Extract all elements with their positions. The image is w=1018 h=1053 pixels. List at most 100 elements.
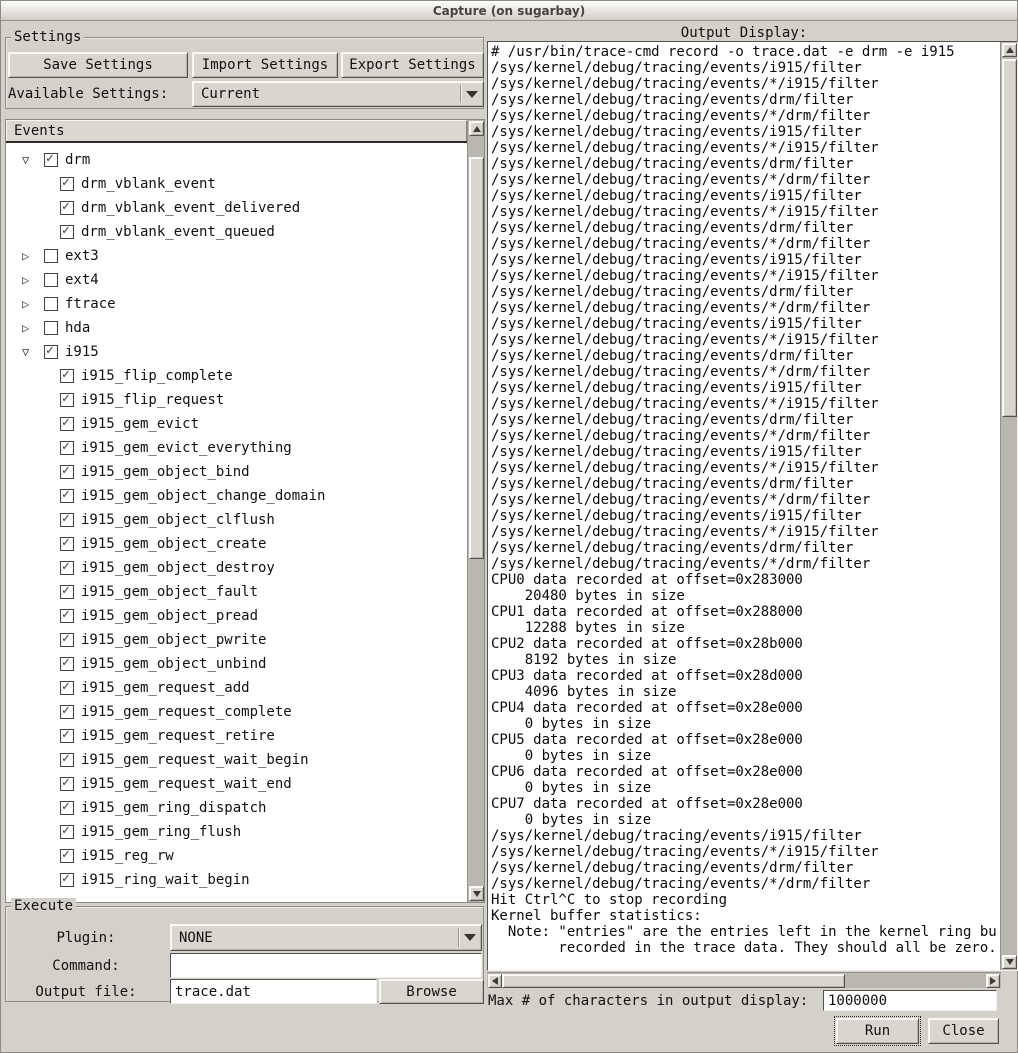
expand-triangle-icon[interactable] (22, 322, 44, 334)
tree-row[interactable]: drm (6, 148, 467, 172)
events-scroll-up-button[interactable] (469, 121, 484, 136)
events-scrollbar[interactable] (467, 120, 484, 902)
event-checkbox[interactable] (60, 825, 74, 839)
window-title: Capture (on sugarbay) (433, 4, 585, 18)
collapse-triangle-icon[interactable] (22, 154, 44, 166)
save-settings-button[interactable]: Save Settings (8, 52, 188, 78)
event-checkbox[interactable] (44, 345, 58, 359)
event-checkbox[interactable] (60, 633, 74, 647)
tree-row[interactable]: hda (6, 316, 467, 340)
event-checkbox[interactable] (60, 441, 74, 455)
event-checkbox[interactable] (60, 681, 74, 695)
tree-row[interactable]: i915_gem_object_pread (6, 604, 467, 628)
event-checkbox[interactable] (60, 753, 74, 767)
tree-row[interactable]: i915_reg_rw (6, 844, 467, 868)
tree-row[interactable]: drm_vblank_event_queued (6, 220, 467, 244)
event-checkbox[interactable] (60, 177, 74, 191)
collapse-triangle-icon[interactable] (22, 346, 44, 358)
output-scroll-down-button[interactable] (1002, 955, 1017, 969)
event-checkbox[interactable] (60, 729, 74, 743)
tree-row[interactable]: drm_vblank_event (6, 172, 467, 196)
event-label: drm_vblank_event_delivered (81, 200, 300, 216)
event-checkbox[interactable] (60, 201, 74, 215)
events-scroll-thumb[interactable] (469, 157, 484, 559)
tree-row[interactable]: i915_gem_object_change_domain (6, 484, 467, 508)
max-chars-input[interactable] (823, 990, 997, 1011)
tree-row[interactable]: i915 (6, 340, 467, 364)
tree-row[interactable]: drm_vblank_event_delivered (6, 196, 467, 220)
tree-row[interactable]: i915_gem_object_clflush (6, 508, 467, 532)
output-file-input[interactable] (170, 979, 377, 1004)
output-scroll-left-button[interactable] (488, 974, 502, 988)
tree-row[interactable]: i915_gem_object_unbind (6, 652, 467, 676)
command-input[interactable] (170, 953, 482, 978)
export-settings-button[interactable]: Export Settings (341, 52, 484, 78)
event-checkbox[interactable] (44, 321, 58, 335)
event-checkbox[interactable] (60, 873, 74, 887)
expand-triangle-icon[interactable] (22, 274, 44, 286)
event-checkbox[interactable] (60, 561, 74, 575)
event-checkbox[interactable] (44, 273, 58, 287)
tree-row[interactable]: i915_gem_request_add (6, 676, 467, 700)
tree-row[interactable]: i915_gem_object_create (6, 532, 467, 556)
tree-row[interactable]: i915_gem_object_destroy (6, 556, 467, 580)
run-button[interactable]: Run (836, 1018, 919, 1044)
tree-row[interactable]: i915_ring_wait_begin (6, 868, 467, 892)
output-scroll-up-button[interactable] (1002, 43, 1017, 57)
event-checkbox[interactable] (60, 225, 74, 239)
output-hscroll-thumb[interactable] (502, 974, 845, 988)
event-checkbox[interactable] (60, 369, 74, 383)
event-checkbox[interactable] (60, 513, 74, 527)
event-checkbox[interactable] (60, 537, 74, 551)
tree-row[interactable]: i915_flip_request (6, 388, 467, 412)
tree-row[interactable]: ext4 (6, 268, 467, 292)
event-checkbox[interactable] (60, 609, 74, 623)
event-checkbox[interactable] (60, 465, 74, 479)
events-header[interactable]: Events (6, 120, 467, 143)
tree-row[interactable]: i915_gem_request_retire (6, 724, 467, 748)
event-checkbox[interactable] (60, 393, 74, 407)
event-label: drm (65, 152, 90, 168)
tree-row[interactable]: i915_gem_request_complete (6, 700, 467, 724)
event-checkbox[interactable] (44, 297, 58, 311)
output-display[interactable]: # /usr/bin/trace-cmd record -o trace.dat… (487, 41, 1018, 971)
tree-row[interactable]: i915_gem_evict_everything (6, 436, 467, 460)
output-vscroll-thumb[interactable] (1002, 59, 1017, 417)
tree-row[interactable]: i915_gem_object_bind (6, 460, 467, 484)
tree-row[interactable]: i915_gem_evict (6, 412, 467, 436)
browse-button[interactable]: Browse (379, 979, 484, 1004)
event-checkbox[interactable] (60, 849, 74, 863)
tree-row[interactable]: ftrace (6, 292, 467, 316)
tree-row[interactable]: i915_gem_ring_dispatch (6, 796, 467, 820)
tree-row[interactable]: i915_gem_request_wait_end (6, 772, 467, 796)
output-vscrollbar[interactable] (1000, 42, 1017, 970)
event-checkbox[interactable] (44, 153, 58, 167)
tree-row[interactable]: i915_flip_complete (6, 364, 467, 388)
event-checkbox[interactable] (60, 777, 74, 791)
tree-row[interactable]: i915_gem_object_pwrite (6, 628, 467, 652)
close-button[interactable]: Close (928, 1018, 999, 1044)
event-checkbox[interactable] (60, 657, 74, 671)
event-checkbox[interactable] (44, 249, 58, 263)
output-hscrollbar[interactable] (487, 972, 1001, 988)
tree-row[interactable]: i915_gem_request_wait_begin (6, 748, 467, 772)
event-checkbox[interactable] (60, 489, 74, 503)
expand-triangle-icon[interactable] (22, 298, 44, 310)
event-checkbox[interactable] (60, 585, 74, 599)
output-display-text: # /usr/bin/trace-cmd record -o trace.dat… (491, 44, 997, 968)
tree-row[interactable]: ext3 (6, 244, 467, 268)
event-checkbox[interactable] (60, 801, 74, 815)
tree-row[interactable]: i915_gem_object_fault (6, 580, 467, 604)
tree-row[interactable]: i915_gem_ring_flush (6, 820, 467, 844)
event-label: i915_gem_evict (81, 416, 199, 432)
titlebar[interactable]: Capture (on sugarbay) (1, 1, 1017, 21)
output-scroll-right-button[interactable] (986, 974, 1000, 988)
expand-triangle-icon[interactable] (22, 250, 44, 262)
import-settings-button[interactable]: Import Settings (192, 52, 338, 78)
events-scroll-down-button[interactable] (469, 886, 484, 901)
available-settings-select[interactable]: Current (192, 81, 484, 107)
plugin-select[interactable]: NONE (170, 924, 482, 951)
event-checkbox[interactable] (60, 705, 74, 719)
event-label: i915_gem_request_complete (81, 704, 292, 720)
event-checkbox[interactable] (60, 417, 74, 431)
